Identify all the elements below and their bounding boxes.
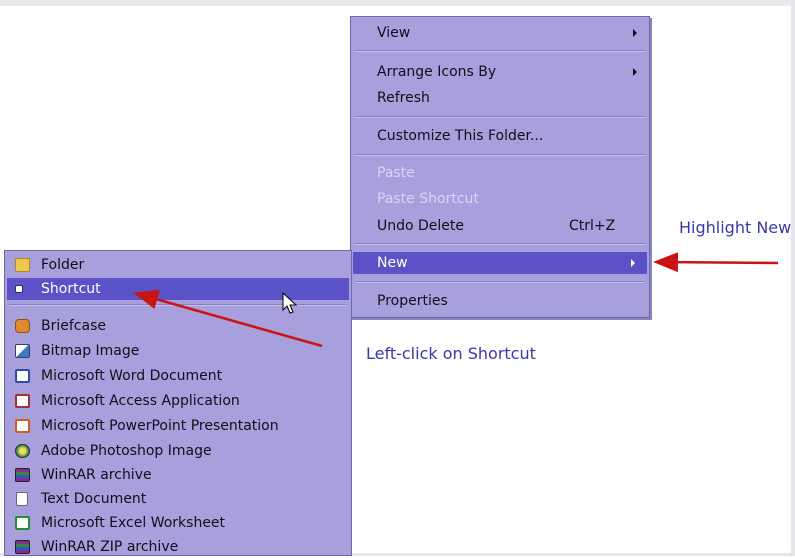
mouse-cursor-icon xyxy=(282,292,298,314)
annotation-arrows xyxy=(133,252,779,348)
arrow-to-new xyxy=(653,252,779,273)
